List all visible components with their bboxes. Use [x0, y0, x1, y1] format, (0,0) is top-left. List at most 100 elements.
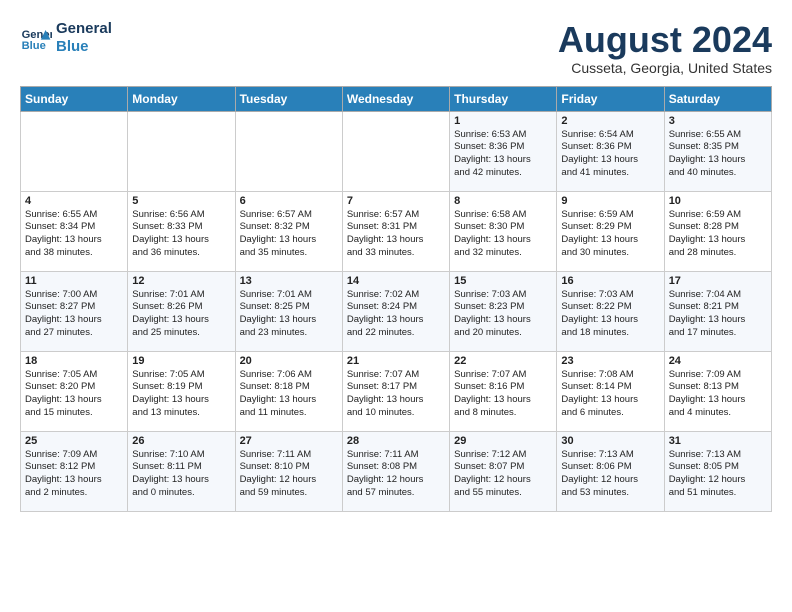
- logo-blue: Blue: [56, 38, 112, 56]
- day-number: 25: [25, 435, 123, 447]
- day-info: Sunrise: 7:03 AM Sunset: 8:22 PM Dayligh…: [561, 289, 659, 340]
- day-info: Sunrise: 7:03 AM Sunset: 8:23 PM Dayligh…: [454, 289, 552, 340]
- day-number: 23: [561, 355, 659, 367]
- day-number: 7: [347, 195, 445, 207]
- page-header: General Blue General Blue August 2024 Cu…: [20, 20, 772, 76]
- day-number: 18: [25, 355, 123, 367]
- day-info: Sunrise: 7:11 AM Sunset: 8:10 PM Dayligh…: [240, 449, 338, 500]
- day-info: Sunrise: 6:58 AM Sunset: 8:30 PM Dayligh…: [454, 209, 552, 260]
- day-cell: 20 Sunrise: 7:06 AM Sunset: 8:18 PM Dayli…: [235, 351, 342, 431]
- header-cell-sunday: Sunday: [21, 86, 128, 111]
- day-info: Sunrise: 6:59 AM Sunset: 8:29 PM Dayligh…: [561, 209, 659, 260]
- day-info: Sunrise: 6:55 AM Sunset: 8:35 PM Dayligh…: [669, 129, 767, 180]
- day-info: Sunrise: 7:00 AM Sunset: 8:27 PM Dayligh…: [25, 289, 123, 340]
- header-row: SundayMondayTuesdayWednesdayThursdayFrid…: [21, 86, 772, 111]
- day-cell: 4 Sunrise: 6:55 AM Sunset: 8:34 PM Daylig…: [21, 191, 128, 271]
- header-cell-monday: Monday: [128, 86, 235, 111]
- day-number: 12: [132, 275, 230, 287]
- day-cell: 14 Sunrise: 7:02 AM Sunset: 8:24 PM Dayli…: [342, 271, 449, 351]
- location: Cusseta, Georgia, United States: [558, 60, 772, 76]
- day-cell: [342, 111, 449, 191]
- header-cell-wednesday: Wednesday: [342, 86, 449, 111]
- day-number: 14: [347, 275, 445, 287]
- day-cell: [21, 111, 128, 191]
- header-cell-saturday: Saturday: [664, 86, 771, 111]
- day-info: Sunrise: 7:07 AM Sunset: 8:17 PM Dayligh…: [347, 369, 445, 420]
- day-info: Sunrise: 7:06 AM Sunset: 8:18 PM Dayligh…: [240, 369, 338, 420]
- day-number: 26: [132, 435, 230, 447]
- day-info: Sunrise: 7:11 AM Sunset: 8:08 PM Dayligh…: [347, 449, 445, 500]
- day-number: 4: [25, 195, 123, 207]
- month-title: August 2024: [558, 20, 772, 60]
- logo-general: General: [56, 20, 112, 38]
- day-info: Sunrise: 7:09 AM Sunset: 8:12 PM Dayligh…: [25, 449, 123, 500]
- day-number: 29: [454, 435, 552, 447]
- day-cell: 29 Sunrise: 7:12 AM Sunset: 8:07 PM Dayli…: [450, 431, 557, 511]
- day-cell: 24Sunrise: 7:09 AM Sunset: 8:13 PM Dayli…: [664, 351, 771, 431]
- day-info: Sunrise: 6:54 AM Sunset: 8:36 PM Dayligh…: [561, 129, 659, 180]
- day-cell: 5 Sunrise: 6:56 AM Sunset: 8:33 PM Daylig…: [128, 191, 235, 271]
- day-cell: 10 Sunrise: 6:59 AM Sunset: 8:28 PM Dayli…: [664, 191, 771, 271]
- day-number: 10: [669, 195, 767, 207]
- day-info: Sunrise: 6:55 AM Sunset: 8:34 PM Dayligh…: [25, 209, 123, 260]
- day-cell: 12 Sunrise: 7:01 AM Sunset: 8:26 PM Dayli…: [128, 271, 235, 351]
- day-cell: 8 Sunrise: 6:58 AM Sunset: 8:30 PM Daylig…: [450, 191, 557, 271]
- day-info: Sunrise: 6:59 AM Sunset: 8:28 PM Dayligh…: [669, 209, 767, 260]
- day-number: 8: [454, 195, 552, 207]
- calendar-body: 1 Sunrise: 6:53 AM Sunset: 8:36 PM Daylig…: [21, 111, 772, 511]
- day-cell: 31Sunrise: 7:13 AM Sunset: 8:05 PM Dayli…: [664, 431, 771, 511]
- day-number: 5: [132, 195, 230, 207]
- day-cell: 25 Sunrise: 7:09 AM Sunset: 8:12 PM Dayli…: [21, 431, 128, 511]
- logo-icon: General Blue: [20, 22, 52, 54]
- day-cell: [235, 111, 342, 191]
- day-number: 15: [454, 275, 552, 287]
- day-cell: 7 Sunrise: 6:57 AM Sunset: 8:31 PM Daylig…: [342, 191, 449, 271]
- day-cell: 15 Sunrise: 7:03 AM Sunset: 8:23 PM Dayli…: [450, 271, 557, 351]
- header-cell-friday: Friday: [557, 86, 664, 111]
- day-cell: 17Sunrise: 7:04 AM Sunset: 8:21 PM Dayli…: [664, 271, 771, 351]
- day-cell: 13 Sunrise: 7:01 AM Sunset: 8:25 PM Dayli…: [235, 271, 342, 351]
- svg-text:Blue: Blue: [22, 40, 46, 52]
- day-info: Sunrise: 7:02 AM Sunset: 8:24 PM Dayligh…: [347, 289, 445, 340]
- calendar-header: SundayMondayTuesdayWednesdayThursdayFrid…: [21, 86, 772, 111]
- day-info: Sunrise: 7:04 AM Sunset: 8:21 PM Dayligh…: [669, 289, 767, 340]
- week-row-1: 1 Sunrise: 6:53 AM Sunset: 8:36 PM Daylig…: [21, 111, 772, 191]
- logo: General Blue General Blue: [20, 20, 112, 56]
- day-cell: 9Sunrise: 6:59 AM Sunset: 8:29 PM Daylig…: [557, 191, 664, 271]
- week-row-4: 18 Sunrise: 7:05 AM Sunset: 8:20 PM Dayli…: [21, 351, 772, 431]
- day-info: Sunrise: 7:13 AM Sunset: 8:05 PM Dayligh…: [669, 449, 767, 500]
- day-number: 13: [240, 275, 338, 287]
- day-number: 28: [347, 435, 445, 447]
- day-cell: [128, 111, 235, 191]
- day-number: 19: [132, 355, 230, 367]
- day-number: 6: [240, 195, 338, 207]
- day-cell: 1 Sunrise: 6:53 AM Sunset: 8:36 PM Daylig…: [450, 111, 557, 191]
- day-cell: 21 Sunrise: 7:07 AM Sunset: 8:17 PM Dayli…: [342, 351, 449, 431]
- header-cell-tuesday: Tuesday: [235, 86, 342, 111]
- day-cell: 28 Sunrise: 7:11 AM Sunset: 8:08 PM Dayli…: [342, 431, 449, 511]
- day-cell: 26 Sunrise: 7:10 AM Sunset: 8:11 PM Dayli…: [128, 431, 235, 511]
- day-info: Sunrise: 6:53 AM Sunset: 8:36 PM Dayligh…: [454, 129, 552, 180]
- day-number: 11: [25, 275, 123, 287]
- day-number: 2: [561, 115, 659, 127]
- day-info: Sunrise: 7:12 AM Sunset: 8:07 PM Dayligh…: [454, 449, 552, 500]
- day-number: 20: [240, 355, 338, 367]
- day-info: Sunrise: 7:10 AM Sunset: 8:11 PM Dayligh…: [132, 449, 230, 500]
- day-info: Sunrise: 6:57 AM Sunset: 8:31 PM Dayligh…: [347, 209, 445, 260]
- day-info: Sunrise: 6:57 AM Sunset: 8:32 PM Dayligh…: [240, 209, 338, 260]
- day-info: Sunrise: 7:13 AM Sunset: 8:06 PM Dayligh…: [561, 449, 659, 500]
- header-cell-thursday: Thursday: [450, 86, 557, 111]
- day-cell: 16Sunrise: 7:03 AM Sunset: 8:22 PM Dayli…: [557, 271, 664, 351]
- day-info: Sunrise: 7:05 AM Sunset: 8:20 PM Dayligh…: [25, 369, 123, 420]
- day-number: 22: [454, 355, 552, 367]
- day-info: Sunrise: 6:56 AM Sunset: 8:33 PM Dayligh…: [132, 209, 230, 260]
- day-number: 21: [347, 355, 445, 367]
- day-cell: 18 Sunrise: 7:05 AM Sunset: 8:20 PM Dayli…: [21, 351, 128, 431]
- day-info: Sunrise: 7:01 AM Sunset: 8:25 PM Dayligh…: [240, 289, 338, 340]
- day-cell: 27Sunrise: 7:11 AM Sunset: 8:10 PM Dayli…: [235, 431, 342, 511]
- day-cell: 11 Sunrise: 7:00 AM Sunset: 8:27 PM Dayli…: [21, 271, 128, 351]
- day-number: 1: [454, 115, 552, 127]
- calendar-table: SundayMondayTuesdayWednesdayThursdayFrid…: [20, 86, 772, 512]
- day-info: Sunrise: 7:01 AM Sunset: 8:26 PM Dayligh…: [132, 289, 230, 340]
- day-info: Sunrise: 7:09 AM Sunset: 8:13 PM Dayligh…: [669, 369, 767, 420]
